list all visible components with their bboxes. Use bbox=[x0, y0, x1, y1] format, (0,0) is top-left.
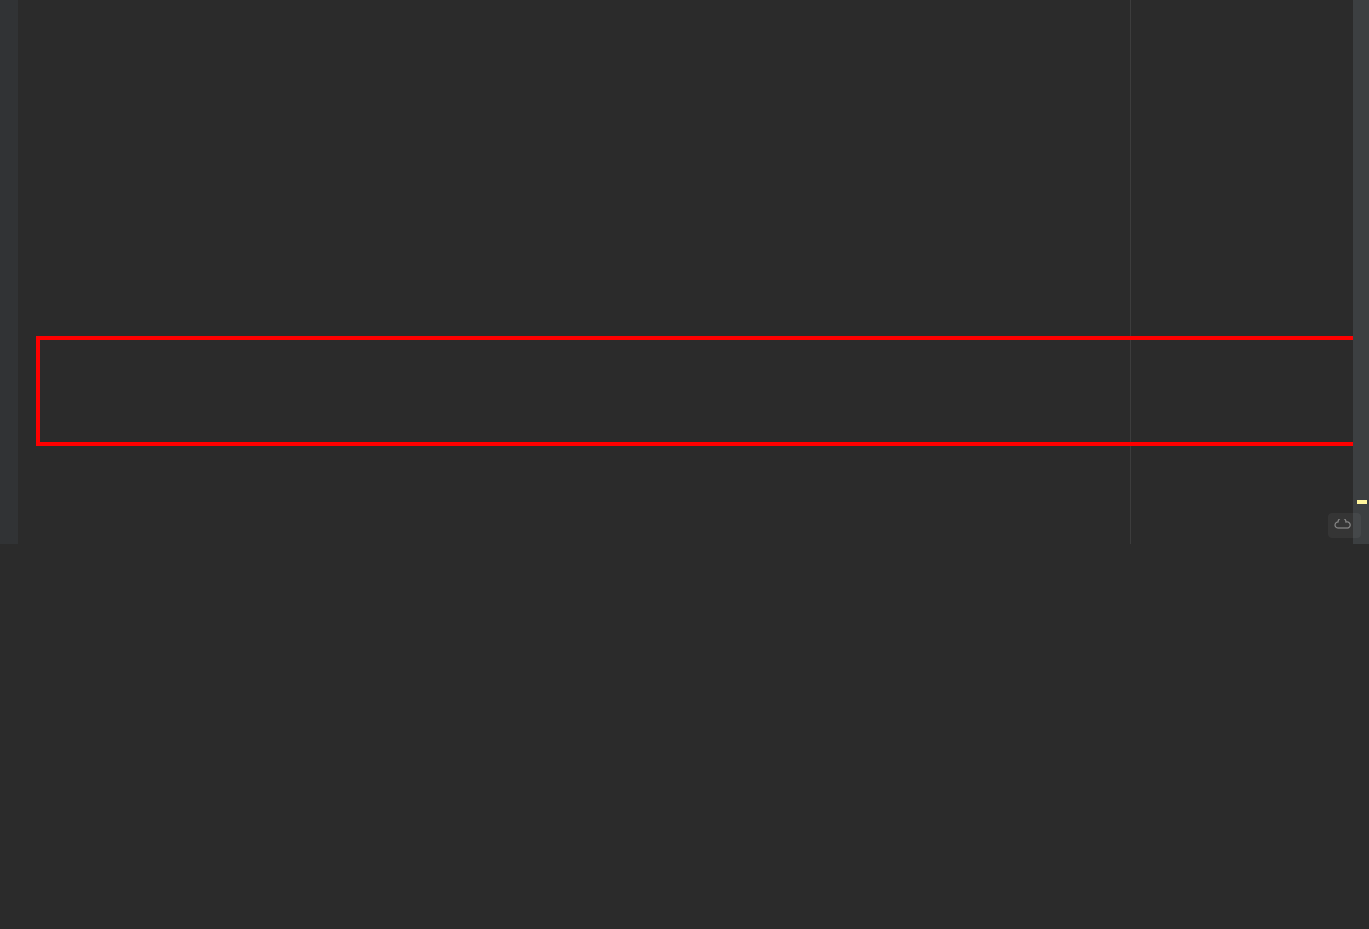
code-line[interactable] bbox=[38, 844, 1349, 888]
code-line[interactable] bbox=[38, 552, 1349, 596]
code-line[interactable] bbox=[38, 41, 1349, 85]
watermark-badge bbox=[1328, 513, 1361, 538]
code-line[interactable] bbox=[38, 479, 1349, 523]
cloud-icon bbox=[1334, 516, 1352, 536]
code-editor[interactable] bbox=[18, 0, 1369, 929]
code-line[interactable] bbox=[38, 698, 1349, 742]
code-line[interactable] bbox=[38, 625, 1349, 669]
editor-gutter bbox=[0, 0, 18, 544]
code-line[interactable] bbox=[38, 406, 1349, 450]
code-line[interactable] bbox=[38, 114, 1349, 158]
minimap-strip[interactable] bbox=[1353, 0, 1369, 544]
code-line[interactable] bbox=[38, 333, 1349, 377]
code-line[interactable] bbox=[38, 187, 1349, 231]
minimap-marker bbox=[1357, 500, 1367, 504]
code-line[interactable] bbox=[38, 771, 1349, 815]
code-line[interactable] bbox=[38, 260, 1349, 304]
